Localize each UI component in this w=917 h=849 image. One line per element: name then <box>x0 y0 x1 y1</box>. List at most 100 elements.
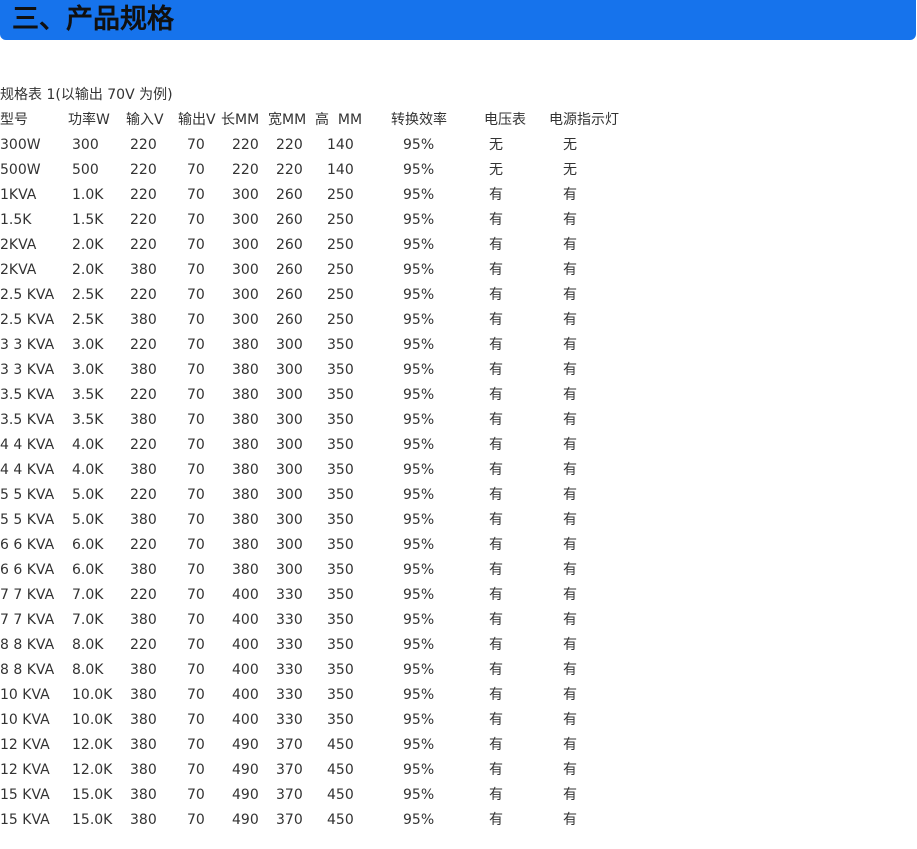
cell-voltmeter: 有 <box>489 487 503 503</box>
cell-width: 300 <box>276 412 303 428</box>
cell-voltmeter: 有 <box>489 537 503 553</box>
header-cell-power: 功率W <box>68 112 110 128</box>
cell-height: 140 <box>327 162 354 178</box>
cell-power: 3.0K <box>72 362 104 378</box>
cell-voltmeter: 有 <box>489 412 503 428</box>
cell-efficiency: 95% <box>403 262 435 278</box>
cell-output: 70 <box>187 362 205 378</box>
cell-length: 380 <box>232 387 259 403</box>
header-cell-efficiency: 转换效率 <box>391 112 447 128</box>
cell-width: 330 <box>276 712 303 728</box>
cell-width: 370 <box>276 787 303 803</box>
cell-length: 300 <box>232 237 259 253</box>
cell-output: 70 <box>187 512 205 528</box>
cell-power: 500 <box>72 162 99 178</box>
cell-efficiency: 95% <box>403 712 435 728</box>
cell-width: 300 <box>276 362 303 378</box>
cell-power-indicator: 有 <box>563 262 577 278</box>
cell-width: 300 <box>276 462 303 478</box>
cell-height: 350 <box>327 387 354 403</box>
cell-model: 2.5 KVA <box>0 287 55 303</box>
cell-input: 380 <box>130 562 157 578</box>
cell-efficiency: 95% <box>403 312 435 328</box>
cell-length: 300 <box>232 287 259 303</box>
cell-length: 300 <box>232 312 259 328</box>
cell-efficiency: 95% <box>403 437 435 453</box>
cell-input: 380 <box>130 512 157 528</box>
cell-voltmeter: 有 <box>489 337 503 353</box>
cell-power-indicator: 有 <box>563 287 577 303</box>
cell-width: 300 <box>276 487 303 503</box>
table-row: 500W 500 220 70 220 220 140 95% 无 无 <box>0 158 917 183</box>
cell-height: 450 <box>327 812 354 828</box>
table-row: 5 5 KVA 5.0K 220 70 380 300 350 95% 有 有 <box>0 483 917 508</box>
cell-output: 70 <box>187 612 205 628</box>
cell-height: 350 <box>327 462 354 478</box>
cell-model: 5 5 KVA <box>0 487 55 503</box>
table-row: 3 3 KVA 3.0K 220 70 380 300 350 95% 有 有 <box>0 333 917 358</box>
section-title: 三、产品规格 <box>12 4 174 35</box>
cell-height: 350 <box>327 712 354 728</box>
cell-power-indicator: 有 <box>563 312 577 328</box>
cell-efficiency: 95% <box>403 512 435 528</box>
section-header: 三、产品规格 <box>0 0 916 40</box>
cell-width: 260 <box>276 187 303 203</box>
cell-length: 400 <box>232 662 259 678</box>
cell-power-indicator: 有 <box>563 587 577 603</box>
cell-voltmeter: 有 <box>489 637 503 653</box>
cell-height: 350 <box>327 562 354 578</box>
cell-height: 250 <box>327 237 354 253</box>
cell-power: 10.0K <box>72 687 113 703</box>
cell-power: 10.0K <box>72 712 113 728</box>
cell-model: 15 KVA <box>0 812 50 828</box>
cell-input: 220 <box>130 387 157 403</box>
table-row: 2KVA 2.0K 380 70 300 260 250 95% 有 有 <box>0 258 917 283</box>
cell-output: 70 <box>187 187 205 203</box>
cell-model: 12 KVA <box>0 737 50 753</box>
cell-model: 10 KVA <box>0 687 50 703</box>
cell-output: 70 <box>187 587 205 603</box>
cell-power: 15.0K <box>72 812 113 828</box>
cell-power: 8.0K <box>72 662 104 678</box>
cell-efficiency: 95% <box>403 637 435 653</box>
cell-height: 250 <box>327 287 354 303</box>
table-row: 300W 300 220 70 220 220 140 95% 无 无 <box>0 133 917 158</box>
cell-power-indicator: 无 <box>563 137 577 153</box>
table-row: 10 KVA 10.0K 380 70 400 330 350 95% 有 有 <box>0 708 917 733</box>
cell-height: 250 <box>327 312 354 328</box>
cell-input: 380 <box>130 312 157 328</box>
cell-length: 400 <box>232 687 259 703</box>
cell-power-indicator: 有 <box>563 412 577 428</box>
cell-voltmeter: 有 <box>489 387 503 403</box>
cell-height: 350 <box>327 512 354 528</box>
cell-power-indicator: 有 <box>563 712 577 728</box>
cell-voltmeter: 有 <box>489 262 503 278</box>
cell-efficiency: 95% <box>403 187 435 203</box>
cell-power-indicator: 有 <box>563 187 577 203</box>
table-row: 1.5K 1.5K 220 70 300 260 250 95% 有 有 <box>0 208 917 233</box>
cell-model: 7 7 KVA <box>0 612 55 628</box>
cell-length: 300 <box>232 187 259 203</box>
cell-input: 380 <box>130 712 157 728</box>
cell-voltmeter: 有 <box>489 237 503 253</box>
cell-model: 12 KVA <box>0 762 50 778</box>
cell-power: 12.0K <box>72 762 113 778</box>
table-row: 2.5 KVA 2.5K 380 70 300 260 250 95% 有 有 <box>0 308 917 333</box>
cell-power: 4.0K <box>72 437 104 453</box>
cell-model: 1KVA <box>0 187 37 203</box>
cell-length: 300 <box>232 212 259 228</box>
cell-power-indicator: 有 <box>563 512 577 528</box>
cell-input: 220 <box>130 212 157 228</box>
cell-width: 330 <box>276 612 303 628</box>
cell-power: 2.0K <box>72 262 104 278</box>
cell-power-indicator: 有 <box>563 487 577 503</box>
cell-length: 300 <box>232 262 259 278</box>
cell-output: 70 <box>187 812 205 828</box>
cell-efficiency: 95% <box>403 537 435 553</box>
cell-width: 260 <box>276 287 303 303</box>
cell-power: 3.5K <box>72 412 104 428</box>
cell-power-indicator: 有 <box>563 612 577 628</box>
cell-voltmeter: 有 <box>489 712 503 728</box>
cell-model: 7 7 KVA <box>0 587 55 603</box>
cell-power: 1.0K <box>72 187 104 203</box>
